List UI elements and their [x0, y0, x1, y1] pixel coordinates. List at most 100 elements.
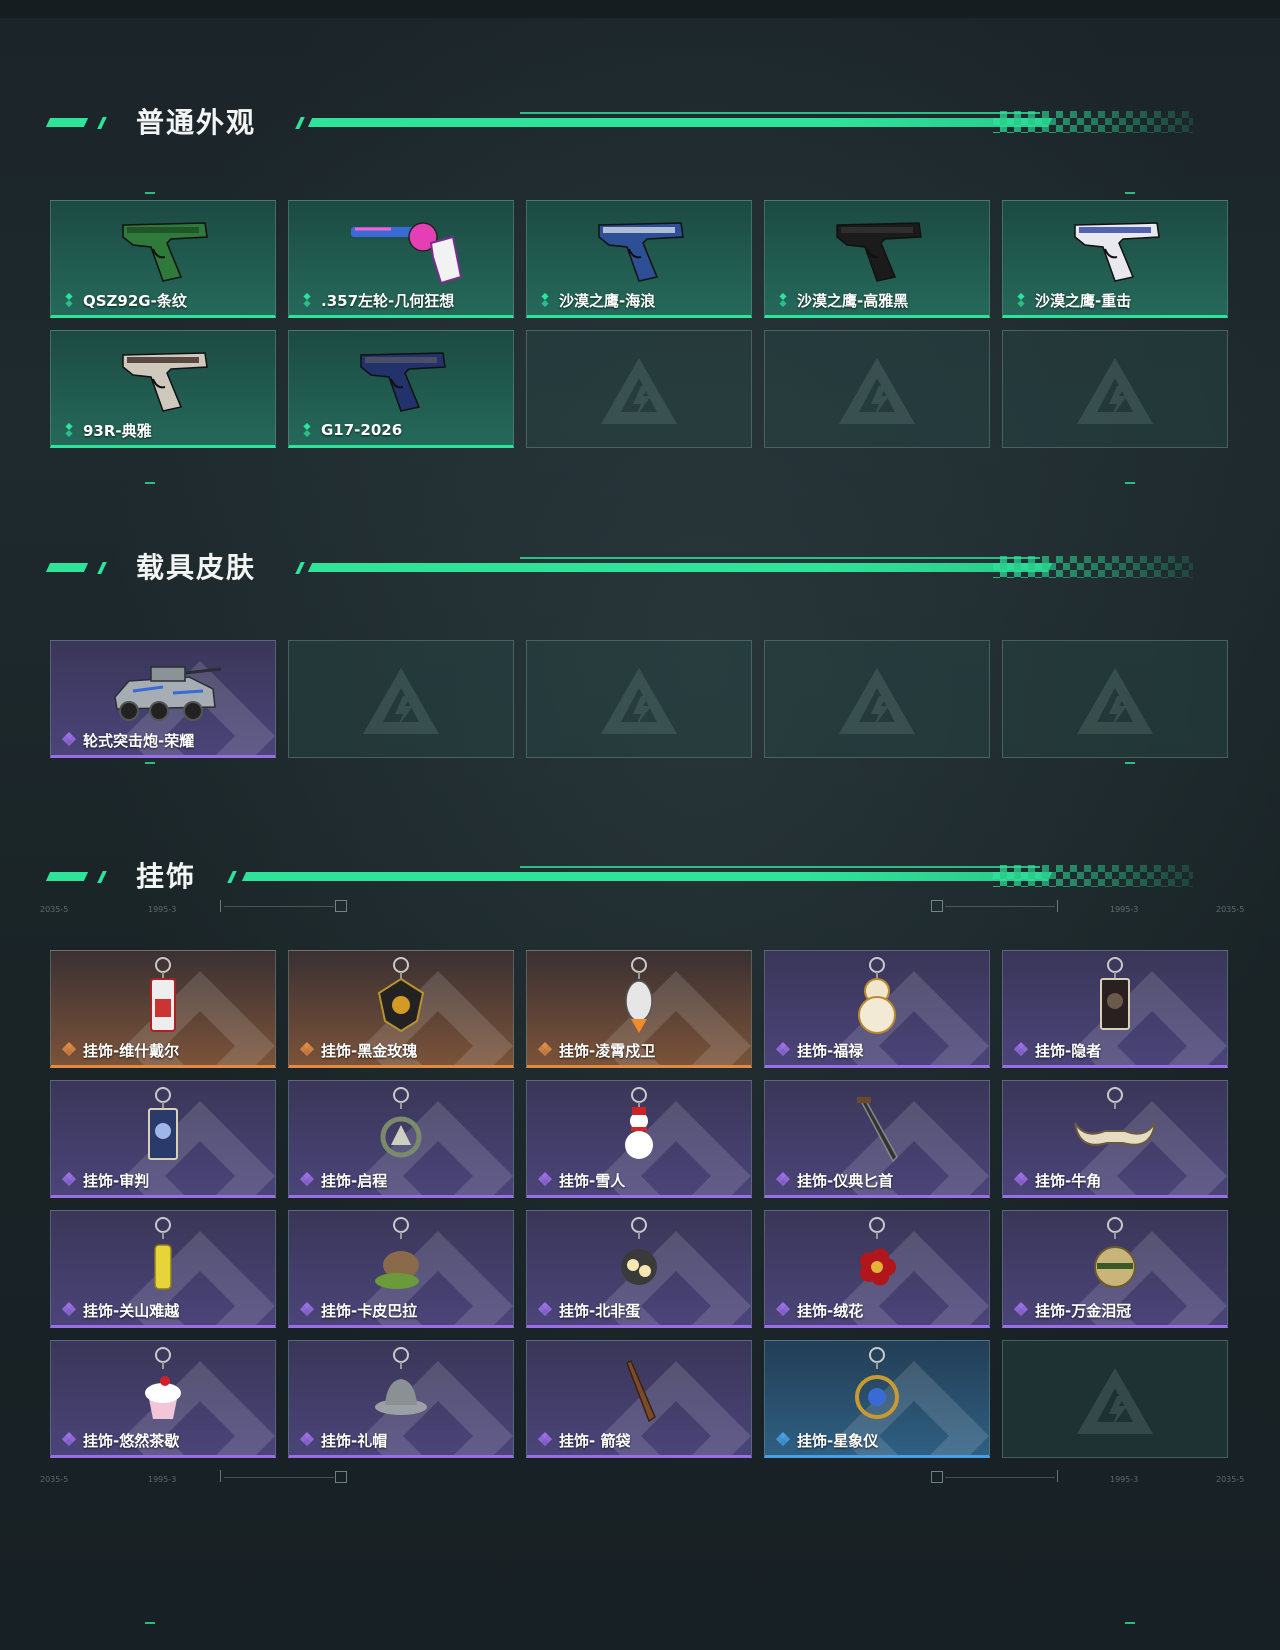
item-name: 挂饰-仪典匕首: [797, 1171, 894, 1190]
item-name: 沙漠之鹰-海浪: [559, 291, 656, 310]
item-card[interactable]: 挂饰-绒花: [764, 1210, 990, 1328]
item-card[interactable]: 挂饰-北非蛋: [526, 1210, 752, 1328]
item-card[interactable]: 沙漠之鹰-高雅黑: [764, 200, 990, 318]
frame-decoration: [931, 900, 943, 912]
item-label: 挂饰-黑金玫瑰: [299, 1039, 417, 1061]
item-card[interactable]: QSZ92G-条纹: [50, 200, 276, 318]
item-card[interactable]: 挂饰- 箭袋: [526, 1340, 752, 1458]
rarity-diamond-icon: [775, 1172, 791, 1187]
rarity-diamond-icon: [1017, 292, 1025, 308]
frame-decoration: [335, 900, 347, 912]
frame-decoration: [335, 1471, 347, 1483]
frame-decoration: [1057, 900, 1058, 912]
rarity-diamond-icon: [775, 1302, 791, 1317]
empty-slot: [764, 330, 990, 448]
item-card[interactable]: 挂饰-福禄: [764, 950, 990, 1068]
empty-slot: [764, 640, 990, 758]
armored-vehicle-icon: [114, 666, 222, 721]
desert-eagle-white-icon: [1074, 222, 1160, 282]
empty-slot: [1002, 640, 1228, 758]
item-label: 挂饰-礼帽: [299, 1429, 387, 1451]
item-card[interactable]: 轮式突击炮-荣耀: [50, 640, 276, 758]
item-card[interactable]: 挂饰-启程: [288, 1080, 514, 1198]
placeholder-logo-icon: [601, 358, 677, 424]
rarity-diamond-icon: [537, 1042, 553, 1057]
rarity-diamond-icon: [303, 292, 311, 308]
item-name: 沙漠之鹰-高雅黑: [797, 291, 909, 310]
charm-ring-icon: [380, 1087, 422, 1158]
placeholder-logo-icon: [363, 668, 439, 734]
header-tick-decoration: [97, 562, 107, 574]
section-title: 普通外观: [136, 106, 257, 139]
header-line-decoration: [520, 557, 1040, 559]
header-dash-decoration: [45, 118, 89, 127]
grid-marker: [145, 762, 155, 764]
item-card[interactable]: 挂饰-审判: [50, 1080, 276, 1198]
item-card[interactable]: 挂饰-凌霄戍卫: [526, 950, 752, 1068]
frame-decoration-text: 2035-5: [40, 905, 69, 914]
charm-capybara-icon: [375, 1217, 419, 1289]
section-title: 挂饰: [136, 860, 197, 893]
item-label: 挂饰-隐者: [1013, 1039, 1101, 1061]
item-name: 挂饰-雪人: [559, 1171, 626, 1190]
item-label: 93R-典雅: [61, 419, 152, 441]
frame-decoration: [945, 906, 1055, 907]
rarity-diamond-icon: [779, 292, 787, 308]
frame-decoration-text: 2035-5: [1216, 905, 1245, 914]
item-label: 挂饰-凌霄戍卫: [537, 1039, 655, 1061]
item-card[interactable]: 挂饰-隐者: [1002, 950, 1228, 1068]
item-card[interactable]: 挂饰-星象仪: [764, 1340, 990, 1458]
header-tick-decoration: [295, 117, 305, 129]
item-card[interactable]: 挂饰-雪人: [526, 1080, 752, 1198]
frame-decoration-text: 1995-3: [1110, 1475, 1139, 1484]
placeholder-logo-icon: [1077, 668, 1153, 734]
item-label: 沙漠之鹰-海浪: [537, 289, 655, 311]
grid-marker: [1125, 192, 1135, 194]
pistol-93r-icon: [122, 352, 208, 412]
item-label: 挂饰-绒花: [775, 1299, 863, 1321]
frame-decoration-text: 2035-5: [1216, 1475, 1245, 1484]
item-card[interactable]: .357左轮-几何狂想: [288, 200, 514, 318]
item-card[interactable]: 挂饰-仪典匕首: [764, 1080, 990, 1198]
charm-pan-icon: [621, 1217, 657, 1285]
item-card[interactable]: 挂饰-维什戴尔: [50, 950, 276, 1068]
charm-figure-icon: [150, 957, 176, 1032]
item-name: G17-2026: [321, 421, 403, 439]
item-card[interactable]: 挂饰-牛角: [1002, 1080, 1228, 1198]
charm-dagger-icon: [857, 1097, 898, 1163]
top-bar: [0, 0, 1280, 18]
frame-decoration-text: 1995-3: [148, 1475, 177, 1484]
item-name: 挂饰-卡皮巴拉: [321, 1301, 418, 1320]
header-bar-decoration: [241, 872, 1053, 881]
charm-crown-icon: [1094, 1217, 1136, 1288]
empty-slot: [526, 640, 752, 758]
frame-decoration: [224, 906, 334, 907]
charm-snowman-icon: [625, 1087, 653, 1159]
frame-decoration: [1057, 1470, 1058, 1482]
item-name: 挂饰-悠然茶歇: [83, 1431, 180, 1450]
item-name: QSZ92G-条纹: [83, 291, 187, 310]
item-card[interactable]: 沙漠之鹰-海浪: [526, 200, 752, 318]
item-card[interactable]: G17-2026: [288, 330, 514, 448]
header-tick-decoration: [227, 871, 237, 883]
frame-decoration: [220, 900, 221, 912]
item-card[interactable]: 沙漠之鹰-重击: [1002, 200, 1228, 318]
frame-decoration-text: 2035-5: [40, 1475, 69, 1484]
item-label: 沙漠之鹰-高雅黑: [775, 289, 908, 311]
item-name: 挂饰-牛角: [1035, 1171, 1102, 1190]
item-card[interactable]: 挂饰-悠然茶歇: [50, 1340, 276, 1458]
vehicle-skin-grid: 轮式突击炮-荣耀: [50, 640, 1228, 758]
item-label: 挂饰-北非蛋: [537, 1299, 640, 1321]
charm-quiver-icon: [626, 1359, 656, 1423]
grid-marker: [1125, 762, 1135, 764]
item-name: 挂饰-启程: [321, 1171, 388, 1190]
item-card[interactable]: 挂饰-万金泪冠: [1002, 1210, 1228, 1328]
item-name: 挂饰- 箭袋: [559, 1431, 631, 1450]
item-card[interactable]: 挂饰-黑金玫瑰: [288, 950, 514, 1068]
weapon-skin-grid: QSZ92G-条纹 .357左轮-几何狂想 沙漠之鹰-海浪 沙漠之鹰-高雅黑 沙漠之鹰-…: [50, 200, 1228, 448]
item-card[interactable]: 93R-典雅: [50, 330, 276, 448]
header-line-decoration: [520, 866, 1040, 868]
item-card[interactable]: 挂饰-关山难越: [50, 1210, 276, 1328]
item-card[interactable]: 挂饰-礼帽: [288, 1340, 514, 1458]
item-card[interactable]: 挂饰-卡皮巴拉: [288, 1210, 514, 1328]
